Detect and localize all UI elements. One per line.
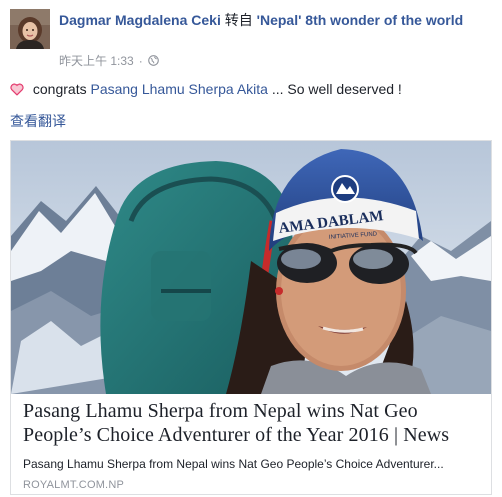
post-message: congrats Pasang Lhamu Sherpa Akita ... S…	[10, 81, 402, 97]
author-name-link[interactable]: Dagmar Magdalena Ceki	[59, 12, 221, 28]
post-timestamp-link[interactable]: 昨天上午 1:33	[59, 52, 134, 69]
meta-separator: ·	[138, 53, 143, 68]
link-domain: ROYALMT.COM.NP	[23, 479, 124, 491]
profile-photo	[10, 9, 50, 49]
shared-from-text: 转自	[224, 12, 253, 28]
link-title[interactable]: Pasang Lhamu Sherpa from Nepal wins Nat …	[23, 399, 483, 447]
globe-icon[interactable]	[147, 55, 159, 66]
climber-photo: AMA DABLAM INITIATIVE FUND	[11, 141, 491, 394]
link-preview-image[interactable]: AMA DABLAM INITIATIVE FUND	[11, 141, 491, 394]
heart-icon	[10, 83, 24, 95]
post-header: Dagmar Magdalena Ceki 转自 'Nepal' 8th won…	[59, 11, 479, 30]
message-suffix: ... So well deserved !	[267, 81, 402, 97]
link-preview-card[interactable]: AMA DABLAM INITIATIVE FUND Pasang Lhamu …	[10, 140, 492, 495]
post-meta: 昨天上午 1:33 ·	[59, 52, 159, 69]
group-name-link[interactable]: 'Nepal' 8th wonder of the world	[257, 12, 464, 28]
avatar[interactable]	[10, 9, 50, 49]
mention-link[interactable]: Pasang Lhamu Sherpa Akita	[90, 81, 267, 97]
link-description: Pasang Lhamu Sherpa from Nepal wins Nat …	[23, 457, 444, 471]
message-prefix: congrats	[29, 81, 91, 97]
see-translation-link[interactable]: 查看翻译	[10, 111, 66, 131]
